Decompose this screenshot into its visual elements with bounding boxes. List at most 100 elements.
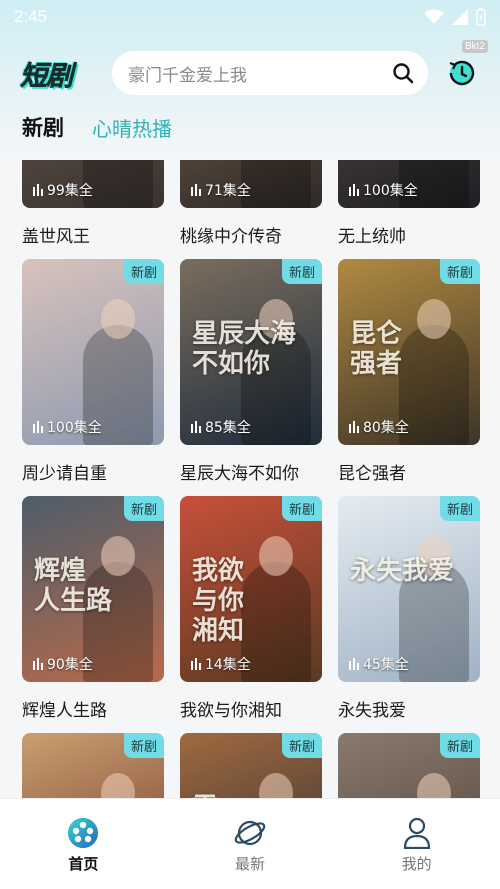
drama-poster[interactable]: 100集全 bbox=[338, 160, 480, 208]
nav-latest-label: 最新 bbox=[235, 855, 266, 873]
drama-title[interactable]: 周少请自重 bbox=[22, 459, 164, 484]
drama-poster[interactable]: 星辰大海 不如你 新剧 85集全 bbox=[180, 259, 322, 445]
tab-hot-playing[interactable]: 心晴热播 bbox=[92, 113, 172, 142]
film-reel-icon bbox=[68, 818, 99, 848]
episodes-bars-icon bbox=[191, 421, 201, 433]
drama-title[interactable]: 星辰大海不如你 bbox=[180, 459, 322, 484]
episode-count: 45集全 bbox=[349, 654, 409, 674]
wifi-icon bbox=[424, 9, 444, 24]
nav-mine-label: 我的 bbox=[401, 855, 432, 873]
episode-count: 80集全 bbox=[349, 417, 409, 437]
status-time: 2:45 bbox=[14, 7, 48, 26]
new-drama-badge: 新剧 bbox=[123, 496, 164, 521]
episode-count-text: 100集全 bbox=[363, 183, 418, 199]
poster-art-text: 我欲 与你 湘知 bbox=[192, 556, 245, 646]
drama-title[interactable]: 我欲与你湘知 bbox=[180, 696, 322, 721]
episodes-bars-icon bbox=[33, 658, 43, 670]
episode-count-text: 99集全 bbox=[47, 183, 93, 199]
drama-card[interactable]: 我欲 与你 湘知 新剧 14集全我欲与你湘知 bbox=[180, 496, 322, 721]
episode-count-text: 71集全 bbox=[205, 183, 251, 199]
tab-new-drama[interactable]: 新剧 bbox=[22, 112, 64, 142]
episodes-bars-icon bbox=[349, 658, 359, 670]
drama-title[interactable]: 辉煌人生路 bbox=[22, 696, 164, 721]
nav-home[interactable]: 首页 bbox=[0, 799, 167, 889]
drama-poster[interactable]: 新剧 bbox=[338, 733, 480, 798]
poster-art-text: 星辰大海 不如你 bbox=[192, 319, 297, 379]
poster-art-text: 永失我爱 bbox=[350, 556, 455, 586]
drama-poster[interactable]: 辉煌 人生路 新剧 90集全 bbox=[22, 496, 164, 682]
poster-figure-head bbox=[259, 536, 293, 576]
drama-card[interactable]: 星辰大海 不如你 新剧 85集全星辰大海不如你 bbox=[180, 259, 322, 484]
status-icons bbox=[424, 8, 486, 26]
new-drama-badge: 新剧 bbox=[281, 496, 322, 521]
signal-icon bbox=[452, 9, 468, 25]
drama-poster[interactable]: 71集全 bbox=[180, 160, 322, 208]
search-placeholder[interactable]: 豪门千金爱上我 bbox=[128, 61, 392, 86]
poster-figure-head bbox=[417, 773, 451, 798]
drama-poster[interactable]: 99集全 bbox=[22, 160, 164, 208]
drama-card[interactable]: 71集全桃缘中介传奇 bbox=[180, 160, 322, 247]
new-drama-badge: 新剧 bbox=[123, 259, 164, 284]
drama-card[interactable]: 99集全盖世风王 bbox=[22, 160, 164, 247]
drama-card[interactable]: 100集全无上统帅 bbox=[338, 160, 480, 247]
battery-icon bbox=[476, 8, 486, 26]
poster-figure-head bbox=[417, 299, 451, 339]
drama-poster[interactable]: 昆仑 强者 新剧 80集全 bbox=[338, 259, 480, 445]
drama-card[interactable]: 永失我爱 新剧 45集全 永失我爱 bbox=[338, 496, 480, 721]
poster-art-text: 昆仑 强者 bbox=[350, 319, 403, 379]
app-header: 短剧 豪门千金爱上我 Bkt2 bbox=[0, 40, 500, 98]
episode-count-text: 45集全 bbox=[363, 657, 409, 673]
episodes-bars-icon bbox=[33, 421, 43, 433]
drama-title[interactable]: 永失我爱 bbox=[338, 696, 480, 721]
drama-card[interactable]: 辉煌 人生路 新剧 90集全 辉煌人生路 bbox=[22, 496, 164, 721]
history-button[interactable]: Bkt2 bbox=[446, 40, 488, 89]
episode-count-text: 85集全 bbox=[205, 420, 251, 436]
episode-count: 100集全 bbox=[33, 417, 102, 437]
episode-count-text: 14集全 bbox=[205, 657, 251, 673]
drama-card[interactable]: 新剧 100集全周少请自重 bbox=[22, 259, 164, 484]
episode-count-text: 80集全 bbox=[363, 420, 409, 436]
episode-count-text: 100集全 bbox=[47, 420, 102, 436]
drama-title[interactable]: 盖世风王 bbox=[22, 222, 164, 247]
poster-figure-head bbox=[101, 773, 135, 798]
poster-figure bbox=[241, 160, 311, 208]
drama-title[interactable]: 无上统帅 bbox=[338, 222, 480, 247]
drama-card[interactable]: 霜新剧 bbox=[180, 733, 322, 798]
poster-figure-head bbox=[101, 299, 135, 339]
drama-grid: 99集全 盖世风王 71集全 桃缘中介传奇 100集全 无上统帅 新剧 100集全 周少请自重星… bbox=[0, 160, 500, 798]
new-drama-badge: 新剧 bbox=[281, 259, 322, 284]
search-bar[interactable]: 豪门千金爱上我 bbox=[112, 51, 428, 95]
drama-poster[interactable]: 霜新剧 bbox=[180, 733, 322, 798]
episodes-bars-icon bbox=[191, 658, 201, 670]
episode-count: 99集全 bbox=[33, 180, 93, 200]
app-logo: 短剧 bbox=[20, 60, 74, 92]
drama-card[interactable]: 新剧 bbox=[22, 733, 164, 798]
drama-title[interactable]: 昆仑强者 bbox=[338, 459, 480, 484]
episode-count-text: 90集全 bbox=[47, 657, 93, 673]
new-drama-badge: 新剧 bbox=[281, 733, 322, 758]
episodes-bars-icon bbox=[33, 184, 43, 196]
drama-poster[interactable]: 新剧 bbox=[22, 733, 164, 798]
nav-latest[interactable]: 最新 bbox=[167, 799, 334, 889]
history-clock-icon bbox=[449, 60, 475, 86]
new-drama-badge: 新剧 bbox=[439, 259, 480, 284]
user-icon bbox=[403, 817, 430, 849]
status-bar: 2:45 bbox=[0, 0, 500, 34]
episodes-bars-icon bbox=[349, 421, 359, 433]
search-icon[interactable] bbox=[392, 62, 414, 84]
new-drama-badge: 新剧 bbox=[123, 733, 164, 758]
episode-count: 71集全 bbox=[191, 180, 251, 200]
bottom-navigation: 首页 最新 我的 bbox=[0, 798, 500, 889]
drama-poster[interactable]: 我欲 与你 湘知 新剧 14集全 bbox=[180, 496, 322, 682]
drama-card[interactable]: 昆仑 强者 新剧 80集全昆仑强者 bbox=[338, 259, 480, 484]
nav-mine[interactable]: 我的 bbox=[333, 799, 500, 889]
drama-poster[interactable]: 永失我爱 新剧 45集全 bbox=[338, 496, 480, 682]
poster-figure bbox=[83, 160, 153, 208]
episodes-bars-icon bbox=[349, 184, 359, 196]
episode-count: 100集全 bbox=[349, 180, 418, 200]
nav-home-label: 首页 bbox=[68, 855, 99, 873]
poster-figure bbox=[241, 562, 311, 682]
drama-card[interactable]: 新剧 bbox=[338, 733, 480, 798]
drama-title[interactable]: 桃缘中介传奇 bbox=[180, 222, 322, 247]
drama-poster[interactable]: 新剧 100集全 bbox=[22, 259, 164, 445]
